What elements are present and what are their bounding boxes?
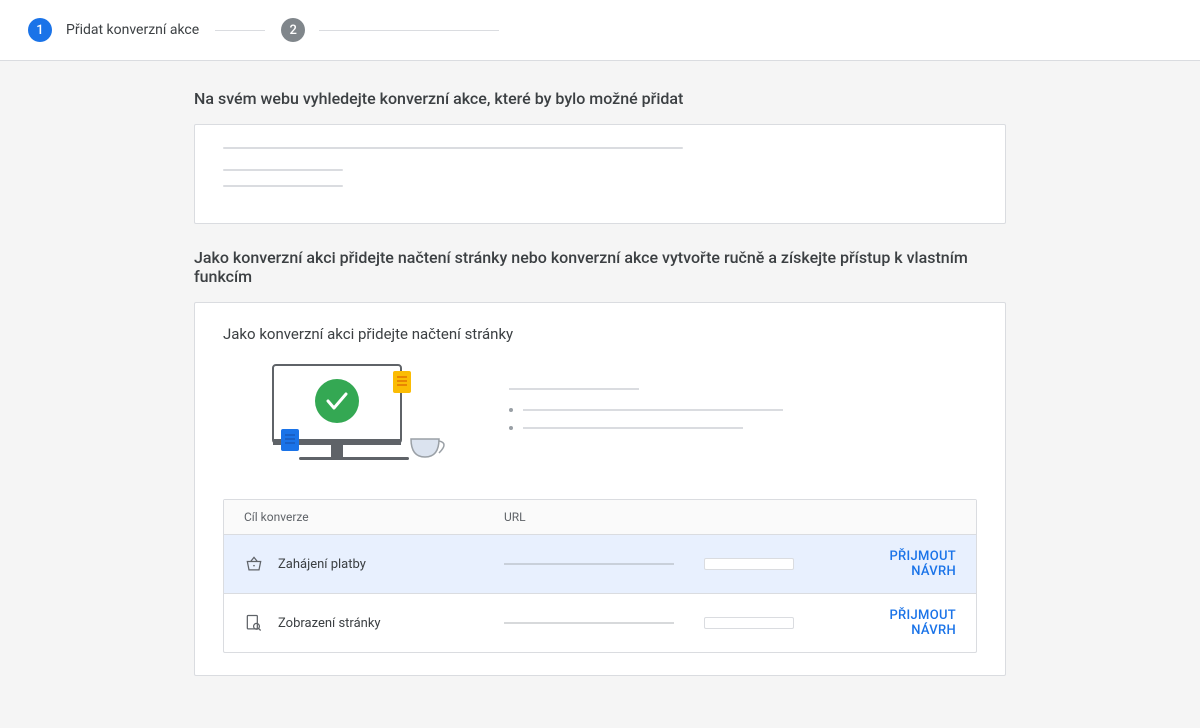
monitor-illustration-icon [243,361,453,471]
match-select[interactable] [704,558,794,570]
accept-suggestion-button[interactable]: PŘIJMOUT NÁVRH [889,549,956,579]
step-line-after [319,30,499,31]
stepper: 1 Přidat konverzní akce 2 [0,0,1200,61]
url-placeholder [504,622,674,624]
skeleton-line [223,147,683,149]
conversion-table: Cíl konverze URL Zahájení platby [223,499,977,653]
bullet-skeleton [509,388,957,444]
accept-suggestion-button[interactable]: PŘIJMOUT NÁVRH [889,608,956,638]
section-2-title: Jako konverzní akci přidejte načtení str… [194,248,1006,286]
goal-label: Zahájení platby [278,557,366,572]
table-row: Zobrazení stránky PŘIJMOUT NÁVRH [224,594,976,652]
conversion-card-subtitle: Jako konverzní akci přidejte načtení str… [195,303,1005,351]
url-placeholder [504,563,674,565]
step-2-number: 2 [289,23,296,38]
table-header: Cíl konverze URL [224,500,976,535]
search-card [194,124,1006,224]
skeleton-line [223,185,343,187]
header-goal: Cíl konverze [244,510,504,524]
section-1-title: Na svém webu vyhledejte konverzní akce, … [194,89,1006,108]
basket-icon [244,554,264,574]
step-1-number: 1 [36,23,43,38]
table-row: Zahájení platby PŘIJMOUT NÁVRH [224,535,976,594]
match-select[interactable] [704,617,794,629]
conversion-card: Jako konverzní akci přidejte načtení str… [194,302,1006,676]
goal-label: Zobrazení stránky [278,616,381,631]
skeleton-line [223,169,343,171]
step-connector [215,30,265,31]
step-2-circle[interactable]: 2 [281,18,305,42]
step-1-label: Přidat konverzní akce [66,22,199,38]
illustration-row [195,351,1005,491]
header-url: URL [504,510,704,524]
page-search-icon [244,613,264,633]
step-1-circle[interactable]: 1 [28,18,52,42]
